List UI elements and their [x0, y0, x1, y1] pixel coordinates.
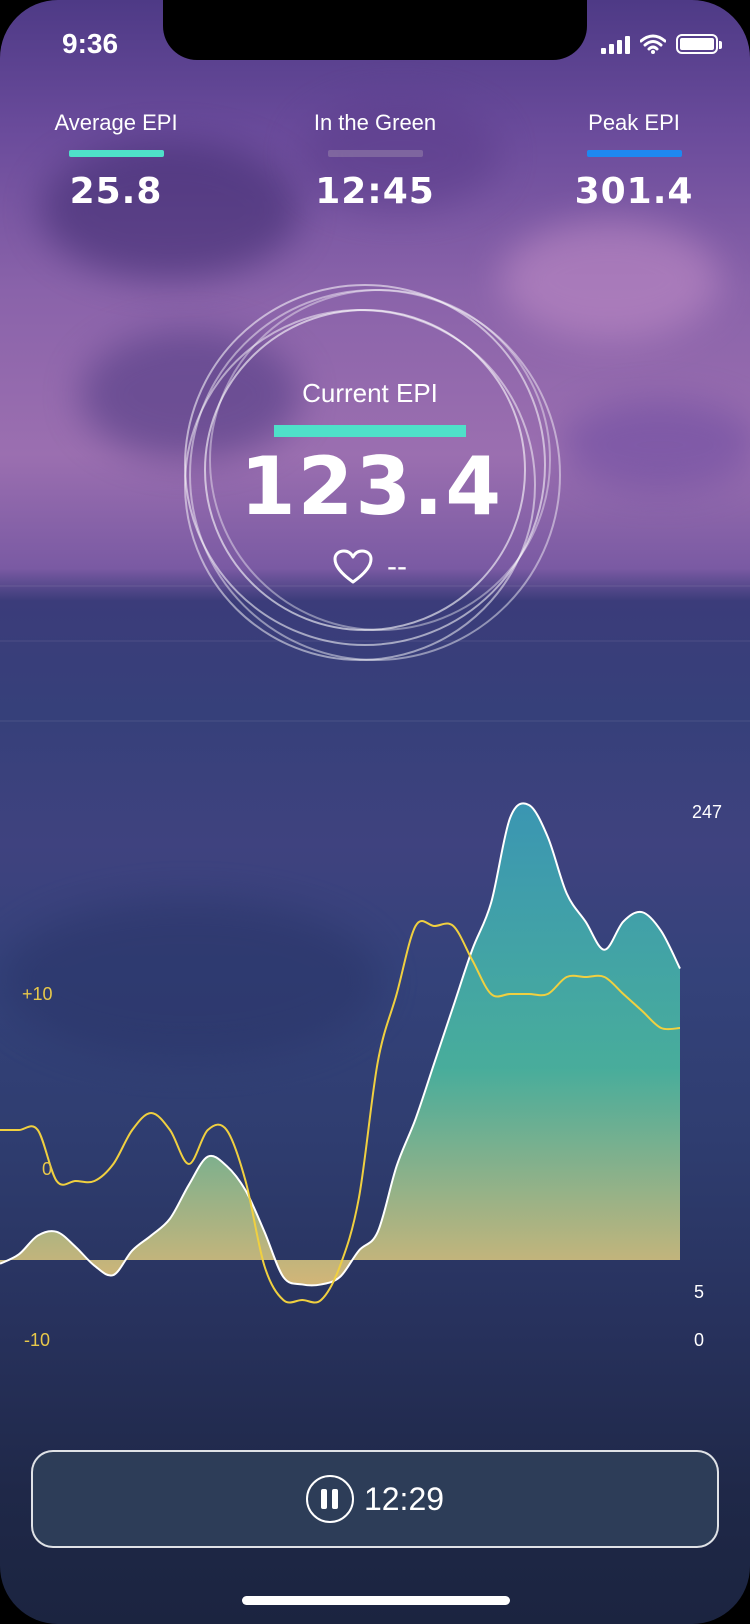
stat-value: 301.4	[574, 171, 694, 212]
left-axis-tick-middle: 0	[42, 1159, 52, 1179]
current-epi-bar	[274, 425, 466, 437]
right-axis-tick-middle: 5	[694, 1282, 704, 1302]
stat-value: 12:45	[315, 171, 435, 212]
status-icons	[601, 34, 722, 54]
pause-icon	[305, 1475, 354, 1523]
stat-value: 25.8	[69, 171, 163, 212]
stat-indicator-bar	[586, 150, 682, 157]
right-axis-tick-top: 247	[692, 802, 722, 822]
current-epi-label: Current EPI	[302, 378, 438, 408]
wifi-icon	[640, 34, 666, 54]
current-epi-value: 123.4	[240, 440, 504, 533]
pause-timer-button[interactable]: 12:29	[31, 1450, 719, 1548]
battery-icon	[676, 34, 722, 54]
timer-value: 12:29	[363, 1480, 445, 1517]
stat-peak-epi: Peak EPI 301.4	[534, 110, 734, 212]
stat-label: Peak EPI	[588, 110, 680, 135]
status-time: 9:36	[62, 28, 119, 59]
right-axis-tick-bottom: 0	[694, 1330, 704, 1350]
cloud-decoration	[560, 400, 750, 490]
left-axis-tick-top: +10	[22, 984, 53, 1004]
epi-chart: 247 5 0 +10 0 -10	[0, 802, 722, 1350]
device-notch	[163, 0, 587, 60]
heart-rate-row: --	[240, 549, 500, 585]
stat-in-the-green: In the Green 12:45	[275, 110, 475, 212]
stat-label: In the Green	[313, 110, 437, 135]
stat-label: Average EPI	[54, 110, 178, 135]
heart-icon	[333, 549, 373, 584]
left-axis-tick-bottom: -10	[24, 1330, 50, 1350]
stat-indicator-bar	[327, 150, 423, 157]
heart-rate-value: --	[387, 550, 407, 583]
wave-line	[0, 720, 750, 722]
current-epi-panel: Current EPI 123.4 --	[240, 378, 504, 585]
home-indicator[interactable]	[242, 1596, 510, 1605]
app-screen: 9:36 Average EPI 25.8 In the Green 12:45…	[0, 0, 750, 1624]
stat-indicator-bar	[68, 150, 164, 157]
signal-icon	[601, 34, 630, 54]
epi-area	[0, 803, 680, 1286]
stat-average-epi: Average EPI 25.8	[16, 110, 216, 212]
